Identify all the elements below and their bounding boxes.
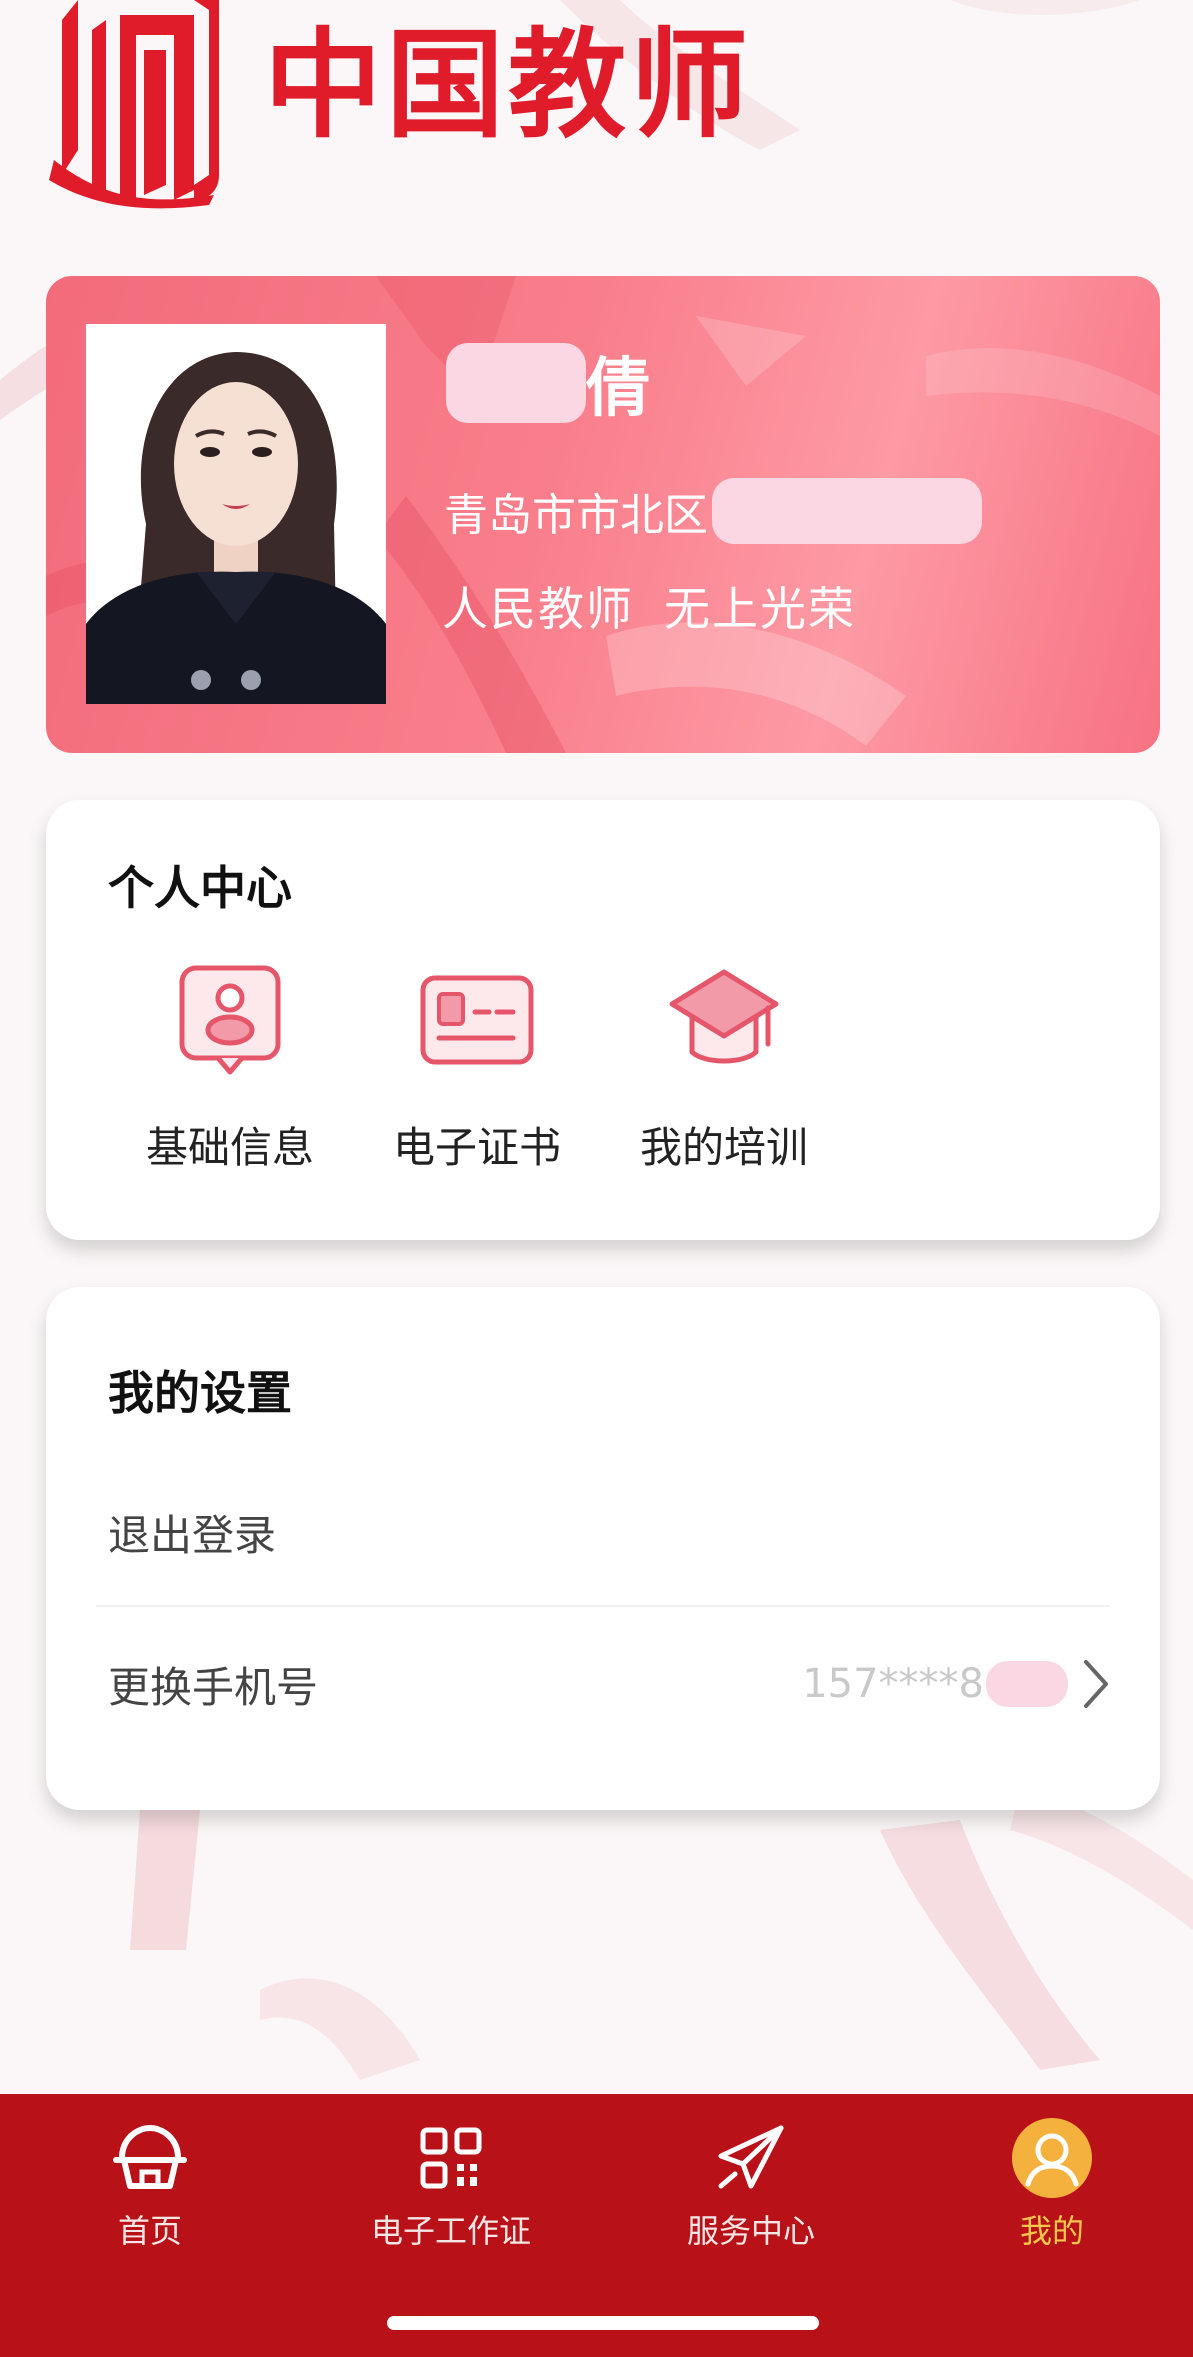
profile-card-icon	[179, 965, 281, 1075]
feature-e-certificate[interactable]: 电子证书	[377, 960, 577, 1175]
nav-mine[interactable]: 我的	[932, 2116, 1172, 2252]
home-icon	[113, 2124, 187, 2189]
nav-service-center[interactable]: 服务中心	[631, 2116, 871, 2252]
phone-number-text: 157****8	[802, 1661, 984, 1707]
feature-e-certificate-label: 电子证书	[392, 1123, 561, 1172]
phone-number-value: 157****8	[802, 1656, 1112, 1712]
slogan-part-2: 无上光荣	[664, 582, 856, 636]
feature-my-training[interactable]: 我的培训	[624, 960, 824, 1175]
nav-e-work-card[interactable]: 电子工作证	[331, 2116, 571, 2252]
profile-slogan: 人民教师 无上光荣	[442, 566, 856, 646]
settings-title: 我的设置	[108, 1366, 292, 1420]
profile-region-text: 青岛市市北区	[444, 490, 708, 541]
nav-home[interactable]: 首页	[30, 2116, 270, 2252]
change-phone-row[interactable]: 更换手机号 157****8	[108, 1609, 1112, 1759]
nav-home-label: 首页	[117, 2212, 182, 2250]
phone-redaction	[986, 1661, 1068, 1707]
settings-divider	[96, 1605, 1110, 1607]
change-phone-label: 更换手机号	[108, 1662, 319, 1712]
user-avatar-icon	[1012, 2118, 1092, 2198]
logout-label: 退出登录	[108, 1510, 277, 1560]
settings-panel: 我的设置 退出登录 更换手机号 157****8	[46, 1287, 1160, 1810]
app-logo: 中国教师	[44, 0, 752, 210]
nav-mine-label: 我的	[1019, 2212, 1084, 2250]
teacher-logo-icon	[49, 0, 219, 209]
profile-name-visible: 倩	[586, 352, 650, 426]
nav-e-work-card-label: 电子工作证	[370, 2212, 531, 2250]
region-redaction	[712, 478, 982, 544]
home-indicator[interactable]	[387, 2316, 819, 2330]
profile-name: 倩	[446, 328, 650, 438]
id-card-icon	[420, 975, 534, 1065]
slogan-part-1: 人民教师	[442, 582, 634, 636]
profile-region: 青岛市市北区	[444, 466, 982, 556]
feature-my-training-label: 我的培训	[639, 1123, 808, 1172]
graduation-cap-icon	[669, 969, 779, 1064]
profile-card: 倩 青岛市市北区 人民教师 无上光荣	[46, 276, 1160, 753]
app-logo-text: 中国教师	[264, 16, 753, 154]
profile-photo	[86, 324, 386, 704]
nav-service-center-label: 服务中心	[686, 2212, 815, 2250]
qr-code-icon	[420, 2127, 482, 2189]
name-redaction	[446, 343, 586, 423]
feature-basic-info-label: 基础信息	[145, 1123, 314, 1172]
logout-row[interactable]: 退出登录	[108, 1457, 1112, 1607]
personal-center-title: 个人中心	[108, 861, 292, 915]
chevron-right-icon	[1084, 1660, 1108, 1708]
feature-basic-info[interactable]: 基础信息	[130, 960, 330, 1175]
profile-photo-image	[86, 324, 386, 704]
paper-plane-icon	[718, 2125, 784, 2189]
personal-center-panel: 个人中心 基础信息 电子证书 我的培训	[46, 800, 1160, 1240]
